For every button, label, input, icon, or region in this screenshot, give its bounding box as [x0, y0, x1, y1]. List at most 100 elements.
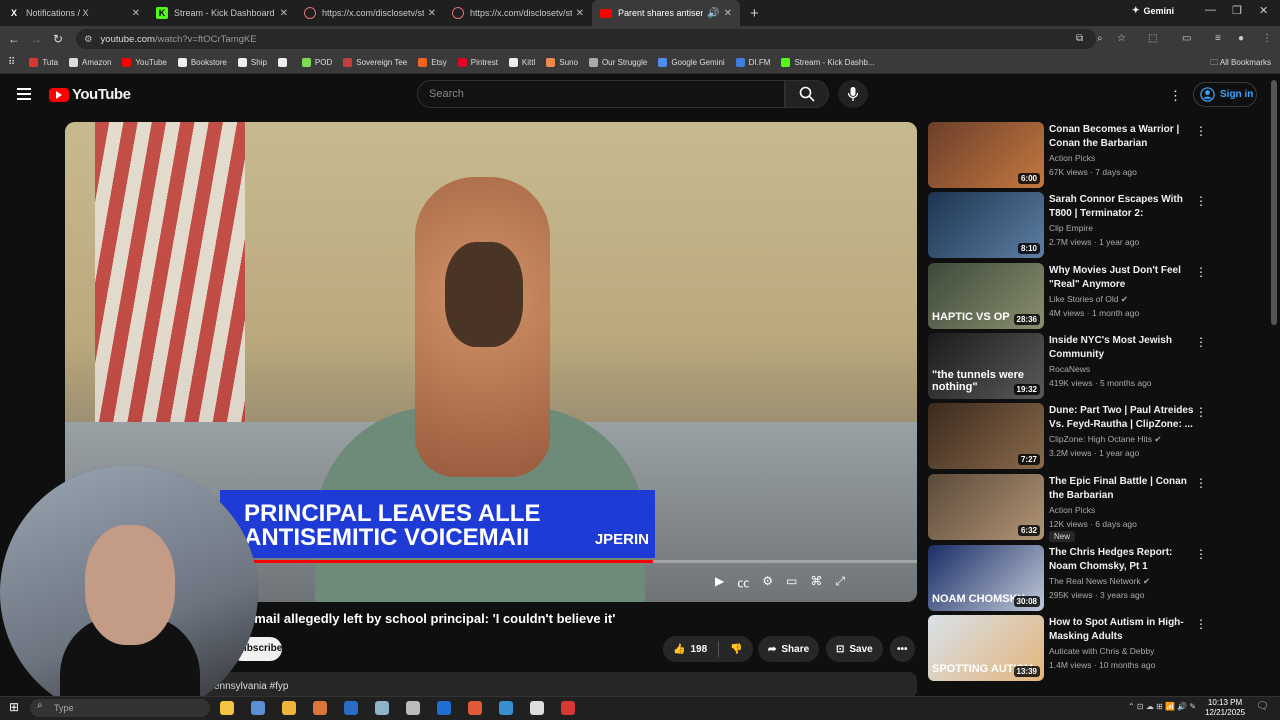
- video-thumbnail[interactable]: 7:27: [928, 403, 1044, 469]
- tray-icons[interactable]: ⌃ ⊡ ☁ ⊞ 📶 🔊 ✎: [1128, 702, 1196, 711]
- bookmark-item[interactable]: POD: [301, 58, 332, 67]
- share-button[interactable]: ➦ Share: [758, 636, 820, 662]
- search-button[interactable]: [785, 80, 829, 108]
- video-title[interactable]: The Chris Hedges Report: Noam Chomsky, P…: [1049, 546, 1194, 574]
- notification-icon[interactable]: 🗨: [1256, 701, 1269, 712]
- apps-icon[interactable]: ⠿: [8, 57, 15, 68]
- video-thumbnail[interactable]: SPOTTING AUTISM 13:39: [928, 615, 1044, 681]
- video-menu-icon[interactable]: ⋮: [1195, 617, 1207, 631]
- reload-icon[interactable]: ↻: [47, 32, 69, 46]
- edge-icon[interactable]: [499, 701, 513, 715]
- close-tab-icon[interactable]: ✕: [576, 8, 584, 19]
- video-card[interactable]: HAPTIC VS OP 28:36 Why Movies Just Don't F…: [928, 263, 1218, 329]
- taskbar-search[interactable]: Type: [30, 699, 210, 717]
- browser-tab[interactable]: K Stream - Kick Dashboard ✕: [148, 0, 296, 26]
- word-icon[interactable]: [344, 701, 358, 715]
- notepad-icon[interactable]: [375, 701, 389, 715]
- file-explorer-icon[interactable]: [282, 701, 296, 715]
- photoshop-icon[interactable]: [437, 701, 451, 715]
- video-menu-icon[interactable]: ⋮: [1195, 335, 1207, 349]
- taskbar-clock[interactable]: 10:13 PM 12/21/2025: [1205, 698, 1245, 718]
- site-info-icon[interactable]: ⚙: [84, 34, 93, 45]
- menu-icon[interactable]: ⋮: [1262, 33, 1272, 44]
- save-button[interactable]: ⊡ Save: [826, 636, 883, 662]
- like-button[interactable]: 👍 198 👎: [663, 636, 753, 662]
- video-title[interactable]: Why Movies Just Don't Feel "Real" Anymor…: [1049, 264, 1194, 292]
- channel-name[interactable]: The Real News Network ✔: [1049, 576, 1150, 587]
- browser-tab[interactable]: https://x.com/disclosetv/status ✕: [296, 0, 444, 26]
- video-card[interactable]: 7:27 Dune: Part Two | Paul Atreides Vs. F…: [928, 403, 1218, 469]
- search-input[interactable]: Search: [417, 80, 785, 108]
- browser-tab[interactable]: X Notifications / X ✕: [0, 0, 148, 26]
- microphone-icon[interactable]: [406, 701, 420, 715]
- video-menu-icon[interactable]: ⋮: [1195, 547, 1207, 561]
- close-window-icon[interactable]: ✕: [1259, 4, 1268, 17]
- video-menu-icon[interactable]: ⋮: [1195, 124, 1207, 138]
- bookmark-item[interactable]: Kittl: [508, 58, 535, 67]
- video-thumbnail[interactable]: 6:32: [928, 474, 1044, 540]
- close-tab-icon[interactable]: ✕: [132, 8, 140, 19]
- channel-name[interactable]: Action Picks: [1049, 505, 1095, 515]
- app-icon[interactable]: [561, 701, 575, 715]
- youtube-logo[interactable]: YouTube: [49, 86, 131, 103]
- bookmark-item[interactable]: Suno: [546, 58, 578, 67]
- channel-name[interactable]: Action Picks: [1049, 153, 1095, 163]
- bookmark-item[interactable]: YouTube: [122, 58, 167, 67]
- media-icon[interactable]: ≡: [1215, 33, 1221, 44]
- bookmark-item[interactable]: Tuta: [29, 58, 58, 67]
- video-title[interactable]: Inside NYC's Most Jewish Community: [1049, 334, 1194, 362]
- calculator-icon[interactable]: [251, 701, 265, 715]
- captions-icon[interactable]: ㏄: [737, 574, 749, 591]
- video-title[interactable]: The Epic Final Battle | Conan the Barbar…: [1049, 475, 1194, 503]
- video-title[interactable]: How to Spot Autism in High-Masking Adult…: [1049, 616, 1194, 644]
- address-bar[interactable]: ⚙ youtube.com/watch?v=ftOCrTamgKE: [76, 29, 1096, 49]
- browser-tab-active[interactable]: Parent shares antisemitic vo 🔊 ✕: [592, 0, 740, 26]
- browser-tab[interactable]: https://x.com/disclosetv/status ✕: [444, 0, 592, 26]
- bookmark-item[interactable]: [277, 58, 291, 67]
- video-card[interactable]: SPOTTING AUTISM 13:39 How to Spot Autism i…: [928, 615, 1218, 681]
- gemini-button[interactable]: ✦ Gemini: [1132, 5, 1174, 16]
- new-tab-button[interactable]: +: [750, 5, 759, 22]
- bookmark-item[interactable]: Amazon: [69, 58, 111, 67]
- video-card[interactable]: 8:10 Sarah Connor Escapes With T800 | Ter…: [928, 192, 1218, 258]
- bookmark-star-icon[interactable]: ☆: [1117, 33, 1126, 44]
- video-menu-icon[interactable]: ⋮: [1195, 476, 1207, 490]
- app-icon[interactable]: [313, 701, 327, 715]
- sidepanel-icon[interactable]: ▭: [1182, 33, 1191, 44]
- video-menu-icon[interactable]: ⋮: [1195, 405, 1207, 419]
- video-card[interactable]: 6:00 Conan Becomes a Warrior | Conan the …: [928, 122, 1218, 188]
- bookmark-item[interactable]: Bookstore: [177, 58, 227, 67]
- close-tab-icon[interactable]: ✕: [280, 8, 288, 19]
- maximize-icon[interactable]: ❐: [1232, 4, 1242, 17]
- settings-gear-icon[interactable]: ⚙: [762, 574, 773, 591]
- video-thumbnail[interactable]: "the tunnels were nothing" 19:32: [928, 333, 1044, 399]
- channel-name[interactable]: Clip Empire: [1049, 223, 1093, 233]
- minimize-icon[interactable]: —: [1205, 4, 1216, 16]
- back-icon[interactable]: ←: [3, 32, 25, 46]
- video-thumbnail[interactable]: 6:00: [928, 122, 1044, 188]
- speaker-icon[interactable]: 🔊: [707, 8, 719, 19]
- bookmark-item[interactable]: Pintrest: [457, 58, 498, 67]
- video-title[interactable]: Sarah Connor Escapes With T800 | Termina…: [1049, 193, 1194, 221]
- bookmark-item[interactable]: Sovereign Tee: [343, 58, 407, 67]
- autoplay-icon[interactable]: ▶: [715, 574, 724, 591]
- video-title[interactable]: Conan Becomes a Warrior | Conan the Barb…: [1049, 123, 1194, 151]
- channel-name[interactable]: Like Stories of Old ✔: [1049, 294, 1128, 305]
- sign-in-button[interactable]: Sign in: [1193, 82, 1257, 107]
- windows-start-icon[interactable]: ⊞: [9, 700, 19, 714]
- close-tab-icon[interactable]: ✕: [428, 8, 436, 19]
- bookmark-item[interactable]: Etsy: [418, 58, 447, 67]
- bookmark-item[interactable]: Ship: [237, 58, 267, 67]
- channel-name[interactable]: RocaNews: [1049, 364, 1090, 374]
- settings-menu-icon[interactable]: ⋮: [1169, 88, 1182, 104]
- close-tab-icon[interactable]: ✕: [724, 8, 732, 19]
- scrollbar[interactable]: [1271, 80, 1277, 325]
- channel-name[interactable]: Auticate with Chris & Debby: [1049, 646, 1154, 656]
- all-bookmarks[interactable]: 🗀 All Bookmarks: [1210, 57, 1271, 71]
- voice-search-button[interactable]: [838, 80, 868, 108]
- video-card[interactable]: "the tunnels were nothing" 19:32 Inside NY…: [928, 333, 1218, 399]
- extensions-icon[interactable]: ⬚: [1148, 33, 1157, 44]
- app-icon[interactable]: [468, 701, 482, 715]
- cast-icon[interactable]: ⌘: [810, 574, 822, 591]
- bookmark-item[interactable]: Stream - Kick Dashb...: [781, 58, 874, 67]
